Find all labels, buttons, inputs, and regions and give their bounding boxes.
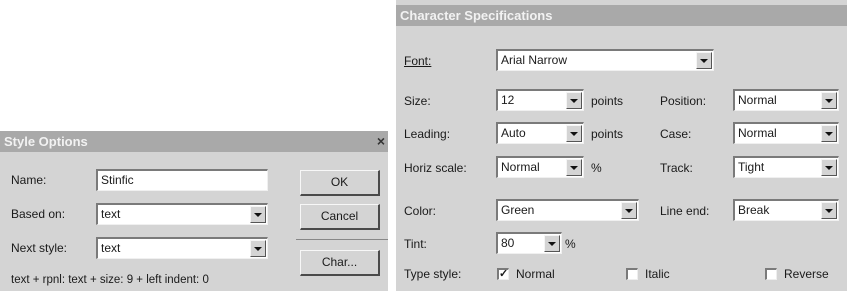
type-style-label: Type style: xyxy=(404,267,462,281)
cancel-button[interactable]: Cancel xyxy=(300,204,380,230)
font-label: Font: xyxy=(404,54,432,68)
size-select[interactable]: 12 xyxy=(496,89,584,111)
chevron-down-icon[interactable] xyxy=(566,159,582,176)
close-icon[interactable]: × xyxy=(377,131,385,152)
based-on-value: text xyxy=(101,207,121,221)
leading-label: Leading: xyxy=(404,127,451,141)
horiz-scale-value: Normal xyxy=(501,160,540,174)
reverse-option-label: Reverse xyxy=(784,267,829,281)
based-on-label: Based on: xyxy=(11,207,66,221)
size-unit: points xyxy=(591,94,624,108)
leading-unit: points xyxy=(591,127,624,141)
char-button[interactable]: Char... xyxy=(300,250,380,276)
case-value: Normal xyxy=(738,126,777,140)
char-specs-titlebar: Character Specifications xyxy=(396,5,847,26)
next-style-select[interactable]: text xyxy=(96,237,268,259)
chevron-down-icon[interactable] xyxy=(821,92,837,109)
line-end-value: Break xyxy=(738,203,770,217)
italic-option-label: Italic xyxy=(645,267,670,281)
size-value: 12 xyxy=(501,93,515,107)
position-value: Normal xyxy=(738,93,777,107)
chevron-down-icon[interactable] xyxy=(250,206,266,223)
horiz-scale-label: Horiz scale: xyxy=(404,161,467,175)
position-select[interactable]: Normal xyxy=(733,89,839,111)
font-value: Arial Narrow xyxy=(501,53,568,67)
name-field[interactable]: Stinfic xyxy=(96,169,268,191)
char-specs-title: Character Specifications xyxy=(400,8,553,23)
color-label: Color: xyxy=(404,204,437,218)
italic-checkbox[interactable] xyxy=(626,268,638,280)
horiz-scale-select[interactable]: Normal xyxy=(496,156,584,178)
chevron-down-icon[interactable] xyxy=(821,202,837,219)
leading-value: Auto xyxy=(501,126,526,140)
chevron-down-icon[interactable] xyxy=(696,52,712,69)
line-end-label: Line end: xyxy=(660,204,710,218)
name-label: Name: xyxy=(11,173,47,187)
color-value: Green xyxy=(501,203,535,217)
normal-option-label: Normal xyxy=(516,267,555,281)
style-options-titlebar: Style Options × xyxy=(0,131,388,152)
case-select[interactable]: Normal xyxy=(733,122,839,144)
size-label: Size: xyxy=(404,94,431,108)
track-value: Tight xyxy=(738,160,765,174)
chevron-down-icon[interactable] xyxy=(821,125,837,142)
normal-checkbox[interactable]: ✓ xyxy=(497,268,509,280)
dialog-divider xyxy=(296,239,388,240)
tint-value: 80 xyxy=(501,236,515,250)
ok-button[interactable]: OK xyxy=(300,170,380,196)
track-select[interactable]: Tight xyxy=(733,156,839,178)
chevron-down-icon[interactable] xyxy=(621,202,637,219)
reverse-checkbox[interactable] xyxy=(765,268,777,280)
style-options-title: Style Options xyxy=(4,134,88,149)
color-select[interactable]: Green xyxy=(496,199,639,221)
tint-unit: % xyxy=(565,237,576,251)
chevron-down-icon[interactable] xyxy=(544,235,560,252)
based-on-select[interactable]: text xyxy=(96,203,268,225)
leading-select[interactable]: Auto xyxy=(496,122,584,144)
font-select[interactable]: Arial Narrow xyxy=(496,49,714,71)
next-style-value: text xyxy=(101,241,121,255)
chevron-down-icon[interactable] xyxy=(821,159,837,176)
horiz-scale-unit: % xyxy=(591,161,602,175)
chevron-down-icon[interactable] xyxy=(566,125,582,142)
chevron-down-icon[interactable] xyxy=(250,240,266,257)
character-specifications-dialog xyxy=(396,0,847,291)
chevron-down-icon[interactable] xyxy=(566,92,582,109)
track-label: Track: xyxy=(660,161,693,175)
next-style-label: Next style: xyxy=(11,241,68,255)
position-label: Position: xyxy=(660,94,707,108)
tint-select[interactable]: 80 xyxy=(496,232,562,254)
tint-label: Tint: xyxy=(404,237,427,251)
line-end-select[interactable]: Break xyxy=(733,199,839,221)
case-label: Case: xyxy=(660,127,692,141)
style-description: text + rpnl: text + size: 9 + left inden… xyxy=(11,274,209,286)
